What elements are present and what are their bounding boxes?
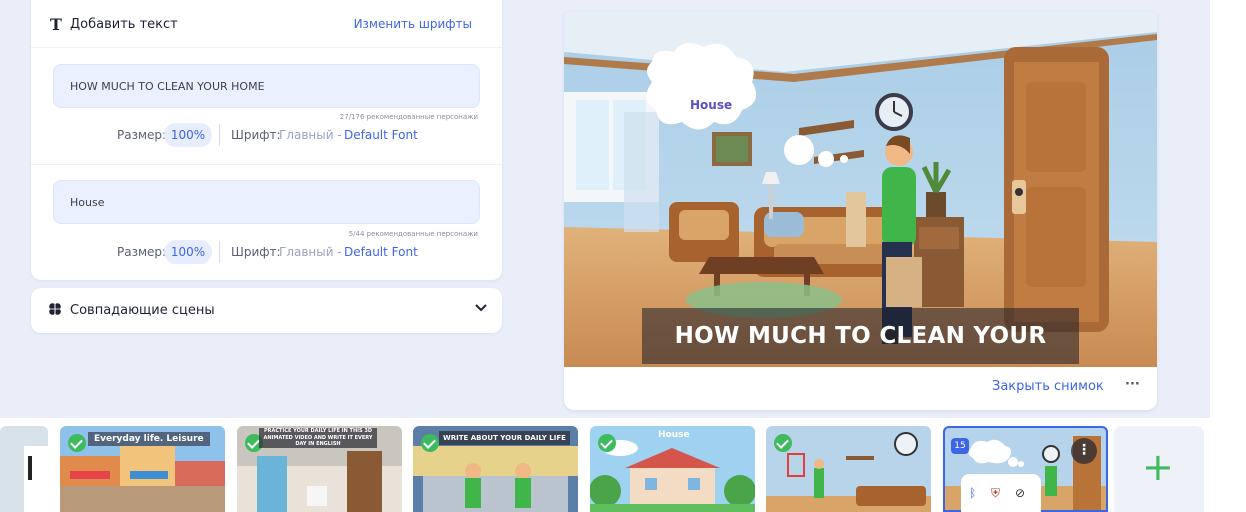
thumbnail-label: House: [658, 430, 690, 440]
font-label: Шрифт:: [231, 128, 281, 142]
scene-thumbnail-selected[interactable]: 15 ⋮ ᛒ ⛨ ⊘: [943, 426, 1108, 512]
thumbnail-label: WRITE ABOUT YOUR DAILY LIFE: [439, 431, 570, 445]
font-selector[interactable]: Default Font: [344, 128, 418, 142]
scene-thumbnail[interactable]: [0, 426, 48, 512]
divider: [219, 124, 220, 146]
scene-thumbnail[interactable]: PRACTICE YOUR DAILY LIFE IN THIS 3D ANIM…: [237, 426, 402, 512]
size-label: Размер:: [117, 245, 167, 259]
thumbnail-toolbar: ᛒ ⛨ ⊘: [961, 474, 1041, 512]
matching-scenes-accordion[interactable]: Совпадающие сцены: [31, 288, 502, 333]
bluetooth-icon[interactable]: ᛒ: [969, 486, 976, 500]
scene-preview[interactable]: House HOW MUCH TO CLEAN YOUR HOME: [564, 12, 1157, 367]
add-scene-button[interactable]: +: [1114, 426, 1204, 512]
scene-title-overlay: HOW MUCH TO CLEAN YOUR HOME: [642, 308, 1079, 364]
cloud-off-icon[interactable]: ⊘: [1015, 486, 1025, 500]
font-label: Шрифт:: [231, 245, 281, 259]
completed-check-icon: [68, 434, 86, 452]
scene-thumbnail[interactable]: WRITE ABOUT YOUR DAILY LIFE: [413, 426, 578, 512]
text-options-row: Размер: 100% Шрифт: Главный - Default Fo…: [31, 122, 502, 148]
scene-thumbnail[interactable]: Everyday life. Leisure: [60, 426, 225, 512]
text-icon: T: [50, 15, 62, 34]
scene-number-badge: 15: [951, 438, 969, 454]
scene-thumbnail[interactable]: House: [590, 426, 755, 512]
font-selector[interactable]: Default Font: [344, 245, 418, 259]
more-options-icon[interactable]: ···: [1125, 377, 1140, 392]
char-counter: 27/176 рекомендованные персонажи: [339, 113, 478, 121]
close-snapshot-link[interactable]: Закрыть снимок: [992, 379, 1104, 394]
change-fonts-link[interactable]: Изменить шрифты: [354, 17, 472, 31]
thumbnail-label: PRACTICE YOUR DAILY LIFE IN THIS 3D ANIM…: [259, 428, 377, 448]
thumbnail-label: Everyday life. Leisure: [88, 432, 210, 446]
completed-check-icon: [598, 434, 616, 452]
brain-icon: [49, 303, 61, 315]
panel-title: Добавить текст: [70, 17, 178, 32]
text-options-row: Размер: 100% Шрифт: Главный - Default Fo…: [31, 239, 502, 265]
font-group[interactable]: Главный -: [279, 128, 342, 142]
completed-check-icon: [774, 434, 792, 452]
subtitle-text-input[interactable]: [53, 180, 480, 224]
size-selector[interactable]: 100%: [164, 240, 212, 264]
completed-check-icon: [421, 434, 439, 452]
add-text-panel: T Добавить текст Изменить шрифты 27/176 …: [31, 0, 502, 280]
divider: [219, 241, 220, 263]
shield-icon[interactable]: ⛨: [991, 486, 1000, 501]
matching-scenes-title: Совпадающие сцены: [70, 303, 215, 318]
char-counter: 5/44 рекомендованные персонажи: [348, 230, 478, 238]
scene-preview-card: House HOW MUCH TO CLEAN YOUR HOME Закрыт…: [564, 12, 1157, 410]
thought-bubble-label: House: [690, 98, 733, 112]
thumbnail-menu-icon[interactable]: ⋮: [1071, 438, 1097, 464]
font-group[interactable]: Главный -: [279, 245, 342, 259]
editor-workspace: T Добавить текст Изменить шрифты 27/176 …: [0, 0, 1210, 418]
divider: [31, 164, 502, 165]
chevron-down-icon: [475, 304, 487, 312]
size-label: Размер:: [117, 128, 167, 142]
plus-icon: +: [1142, 445, 1174, 489]
title-text-input[interactable]: [53, 64, 480, 108]
panel-header: T Добавить текст Изменить шрифты: [31, 0, 502, 48]
size-selector[interactable]: 100%: [164, 123, 212, 147]
scene-thumbnail[interactable]: [766, 426, 931, 512]
